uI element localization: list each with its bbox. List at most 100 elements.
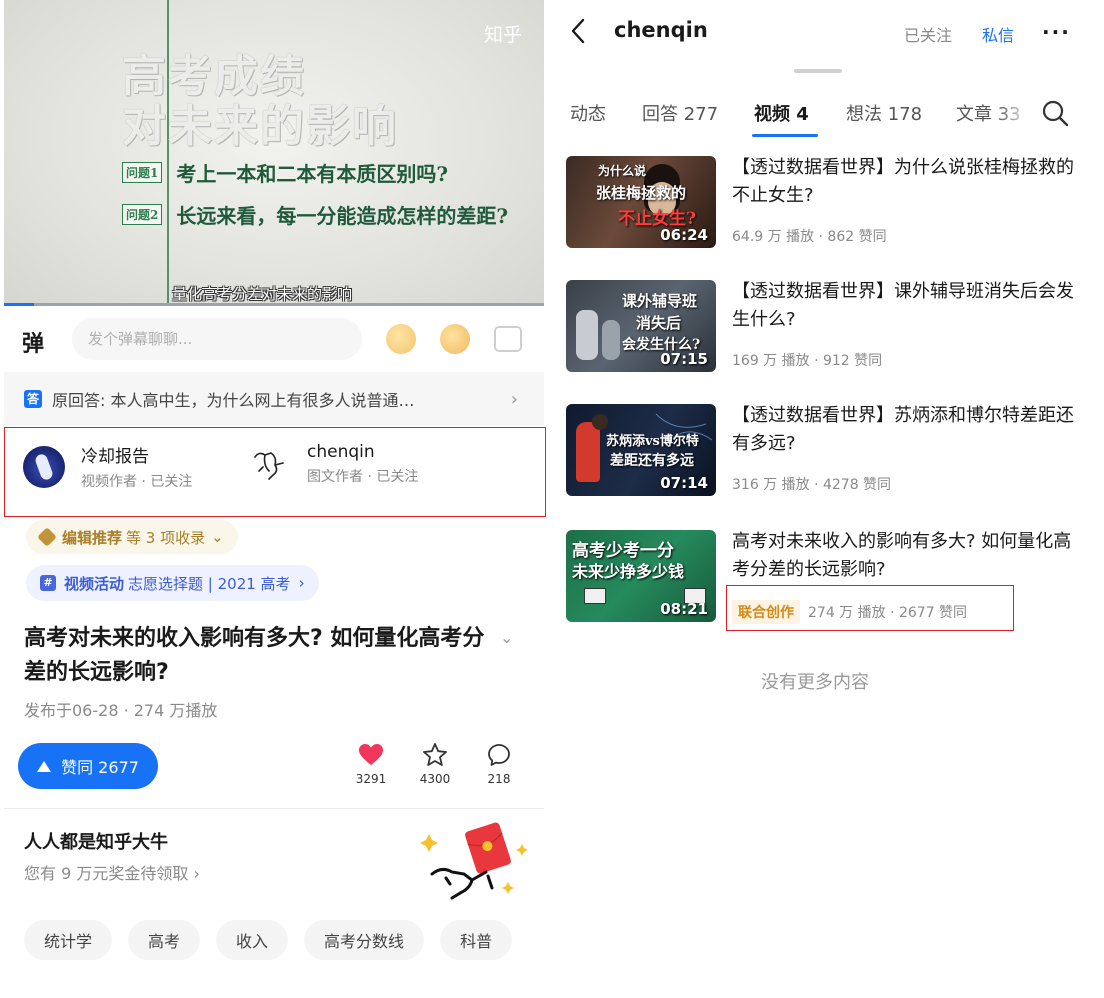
video-subtitle: 量化高考分差对未来的影响 bbox=[172, 285, 353, 303]
back-arrow-icon[interactable] bbox=[568, 16, 588, 46]
editor-recommend-chip[interactable]: 编辑推荐 等 3 项收录 ⌄ bbox=[26, 520, 238, 554]
badge-icon bbox=[37, 527, 57, 547]
active-tab-indicator bbox=[752, 134, 818, 137]
highlight-box bbox=[726, 585, 1014, 631]
search-icon[interactable] bbox=[1040, 98, 1070, 128]
thumb-caption: 张桂梅拯救的 bbox=[596, 184, 687, 202]
question-tag: 问题1 bbox=[122, 162, 163, 183]
comment-action[interactable]: 218 bbox=[474, 740, 524, 786]
video-duration: 08:21 bbox=[660, 600, 708, 618]
video-title-line1: 高考成绩 bbox=[122, 51, 306, 102]
favorite-count: 4300 bbox=[419, 772, 451, 786]
danmaku-bar: 弹 发个弹幕聊聊... bbox=[0, 318, 546, 364]
video-list-item[interactable]: 课外辅导班 消失后 会发生什么? 07:15 【透过数据看世界】课外辅导班消失后… bbox=[566, 280, 1086, 376]
original-answer-link[interactable]: 答 原回答: 本人高中生，为什么网上有很多人说普通… › bbox=[4, 372, 544, 426]
question-tag: 问题2 bbox=[122, 204, 163, 225]
video-item-title: 【透过数据看世界】苏炳添和博尔特差距还有多远? bbox=[732, 405, 1074, 454]
author-role: 图文作者 · 已关注 bbox=[307, 469, 419, 485]
chip-label: 等 3 项收录 bbox=[126, 528, 206, 547]
tab-thoughts[interactable]: 想法 178 bbox=[846, 100, 922, 126]
chevron-right-icon: › bbox=[510, 388, 518, 410]
tab-activity[interactable]: 动态 bbox=[570, 100, 606, 126]
thumb-caption: 差距还有多远 bbox=[610, 453, 694, 469]
comment-icon bbox=[474, 740, 524, 770]
author-role: 视频作者 · 已关注 bbox=[81, 474, 193, 490]
topic-tag[interactable]: 高考 bbox=[128, 920, 201, 960]
author-video[interactable]: 冷却报告 视频作者 · 已关注 bbox=[23, 442, 192, 491]
followed-button[interactable]: 已关注 bbox=[904, 22, 952, 46]
author-name: chenqin bbox=[307, 442, 375, 462]
thumb-caption: 消失后 bbox=[636, 314, 682, 332]
chevron-down-icon: ⌄ bbox=[211, 528, 224, 546]
video-green-rule bbox=[167, 0, 169, 306]
video-duration: 07:15 bbox=[660, 350, 708, 368]
upvote-label: 赞同 2677 bbox=[61, 758, 139, 777]
upvote-arrow-icon bbox=[37, 760, 52, 772]
author-text[interactable]: chenqin 图文作者 · 已关注 bbox=[249, 442, 418, 486]
video-item-title: 【透过数据看世界】为什么说张桂梅拯救的不止女生? bbox=[732, 157, 1074, 206]
thumb-caption: 为什么说 bbox=[598, 164, 647, 178]
avatar bbox=[249, 443, 291, 485]
drag-handle[interactable] bbox=[794, 69, 842, 73]
video-thumbnail: 课外辅导班 消失后 会发生什么? 07:15 bbox=[566, 280, 716, 372]
topic-tag[interactable]: 科普 bbox=[440, 920, 513, 960]
thumb-caption: 苏炳添vs博尔特 bbox=[606, 434, 699, 449]
heart-icon bbox=[346, 740, 396, 770]
like-action[interactable]: 3291 bbox=[346, 740, 396, 786]
video-item-meta: 316 万 播放 · 4278 赞同 bbox=[732, 477, 892, 493]
topic-tags: 统计学 高考 收入 高考分数线 科普 bbox=[24, 920, 513, 960]
chip-bold-label: 编辑推荐 bbox=[62, 528, 123, 547]
tab-answers[interactable]: 回答 277 bbox=[642, 100, 718, 126]
upvote-button[interactable]: 赞同 2677 bbox=[18, 743, 158, 789]
tabs-fade bbox=[996, 96, 1032, 128]
expand-chevron-icon[interactable]: ⌄ bbox=[500, 628, 513, 647]
topic-tag[interactable]: 高考分数线 bbox=[304, 920, 425, 960]
danmaku-toggle-icon[interactable]: 弹 bbox=[22, 326, 44, 358]
danmaku-input[interactable]: 发个弹幕聊聊... bbox=[72, 318, 362, 360]
like-count: 3291 bbox=[355, 772, 387, 786]
profile-username: chenqin bbox=[614, 18, 708, 42]
smiley-box-icon[interactable] bbox=[494, 326, 522, 352]
video-question-1: 问题1 考上一本和二本有本质区别吗? bbox=[122, 158, 448, 187]
hashtag-icon: # bbox=[40, 575, 56, 591]
chip-label: 志愿选择题 | 2021 高考 bbox=[128, 574, 291, 593]
video-meta: 发布于06-28 · 274 万播放 bbox=[24, 701, 218, 720]
video-thumbnail: 高考少考一分 未来少挣多少钱 08:21 bbox=[566, 530, 716, 622]
star-icon bbox=[410, 740, 460, 770]
video-question-2: 问题2 长远来看，每一分能造成怎样的差距? bbox=[122, 200, 508, 229]
tab-videos[interactable]: 视频 4 bbox=[754, 100, 809, 126]
thumb-caption: 未来少挣多少钱 bbox=[572, 562, 685, 581]
chip-bold-label: 视频活动 bbox=[64, 574, 125, 593]
video-progress-track[interactable] bbox=[4, 303, 544, 306]
video-watermark: 知乎 bbox=[483, 24, 522, 46]
video-list-item[interactable]: 苏炳添vs博尔特 差距还有多远 07:14 【透过数据看世界】苏炳添和博尔特差距… bbox=[566, 404, 1086, 500]
message-button[interactable]: 私信 bbox=[982, 22, 1014, 46]
video-activity-chip[interactable]: # 视频活动 志愿选择题 | 2021 高考 › bbox=[26, 565, 319, 601]
question-text: 长远来看，每一分能造成怎样的差距? bbox=[176, 204, 509, 228]
more-icon[interactable]: ··· bbox=[1042, 20, 1071, 44]
promo-subtitle[interactable]: 您有 9 万元奖金待领取 › bbox=[24, 860, 200, 884]
topic-tag[interactable]: 统计学 bbox=[24, 920, 113, 960]
emoji-icon[interactable] bbox=[440, 324, 470, 354]
sticker-icon[interactable] bbox=[386, 324, 416, 354]
video-player[interactable]: 知乎 高考成绩 对未来的影响 问题1 考上一本和二本有本质区别吗? 问题2 长远… bbox=[4, 0, 544, 306]
chevron-right-icon: › bbox=[298, 574, 305, 592]
thumb-caption: 课外辅导班 bbox=[622, 292, 698, 310]
video-title: 高考对未来的收入影响有多大? 如何量化高考分差的长远影响? bbox=[24, 626, 485, 685]
favorite-action[interactable]: 4300 bbox=[410, 740, 460, 786]
video-progress-fill bbox=[4, 303, 34, 306]
video-title-line2: 对未来的影响 bbox=[122, 101, 398, 152]
section-divider bbox=[4, 808, 544, 809]
profile-panel: chenqin 已关注 私信 ··· 动态 回答 277 视频 4 想法 178… bbox=[546, 0, 1104, 998]
video-list-item[interactable]: 为什么说 张桂梅拯救的 不止女生? 06:24 【透过数据看世界】为什么说张桂梅… bbox=[566, 156, 1086, 252]
video-duration: 07:14 bbox=[660, 474, 708, 492]
red-envelope-illustration[interactable] bbox=[412, 814, 532, 904]
promo-title[interactable]: 人人都是知乎大牛 bbox=[24, 828, 168, 854]
profile-header: chenqin 已关注 私信 ··· bbox=[546, 0, 1104, 62]
video-thumbnail: 为什么说 张桂梅拯救的 不止女生? 06:24 bbox=[566, 156, 716, 248]
video-item-meta: 64.9 万 播放 · 862 赞同 bbox=[732, 229, 887, 245]
answer-icon: 答 bbox=[24, 390, 42, 408]
video-duration: 06:24 bbox=[660, 226, 708, 244]
video-item-title: 【透过数据看世界】课外辅导班消失后会发生什么? bbox=[732, 281, 1074, 330]
topic-tag[interactable]: 收入 bbox=[216, 920, 289, 960]
